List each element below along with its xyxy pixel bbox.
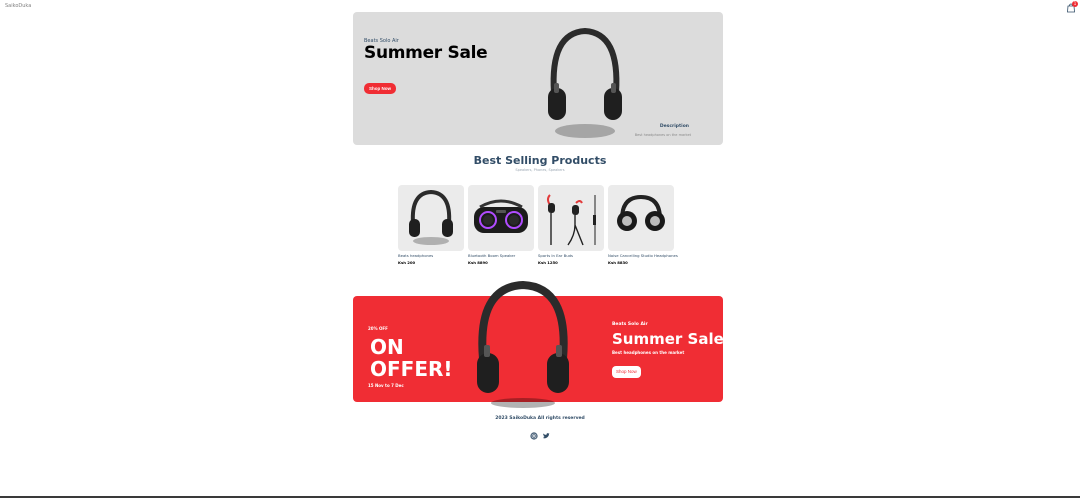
products-subtitle: Speakers, Phones, Speakers (515, 168, 565, 172)
footer-banner-description: Best headphones on the market (612, 350, 685, 355)
footer-banner-headphones-image (477, 281, 569, 408)
cart-button[interactable]: 1 (1064, 1, 1078, 13)
hero-description-title: Description (659, 124, 689, 129)
product-card[interactable]: Beats headphones Ksh 200 (398, 185, 464, 265)
offer-title-line1: ON (370, 335, 404, 359)
offer-title: ON OFFER! (370, 336, 460, 380)
hero-description: Description Best headphones on the marke… (635, 124, 691, 137)
product-price: Ksh 8890 (468, 260, 488, 265)
product-name: Bluetooth Boom Speaker (468, 253, 516, 258)
product-price: Ksh 200 (398, 260, 416, 265)
twitter-icon[interactable] (542, 425, 550, 439)
footer-banner-right: Beats Solo Air Summer Sale Best headphon… (612, 322, 724, 378)
product-name: Noise Cancelling Studio Headphones (608, 253, 678, 258)
product-name: Beats headphones (398, 253, 434, 258)
product-name: Sports In Ear Buds (538, 253, 574, 258)
products-title: Best Selling Products (473, 154, 607, 167)
footer-banner-small-text: Beats Solo Air (612, 322, 648, 327)
product-card[interactable]: Sports In Ear Buds Ksh 1250 (538, 185, 604, 265)
shop-now-button[interactable]: Shop Now (364, 83, 396, 94)
products-heading: Best Selling Products Speakers, Phones, … (0, 154, 1080, 172)
cart-count-badge: 1 (1072, 1, 1078, 7)
product-card[interactable]: Bluetooth Boom Speaker Ksh 8890 (468, 185, 534, 265)
copyright-text: 2023 SaikoDuka All rights reserved (495, 416, 585, 421)
discount-text: 20% OFF (368, 326, 388, 331)
social-icons (0, 425, 1080, 440)
instagram-icon[interactable] (530, 425, 538, 440)
product-image[interactable] (538, 185, 604, 251)
logo[interactable]: SaikoDuka (5, 3, 31, 9)
product-card[interactable]: Noise Cancelling Studio Headphones Ksh 8… (608, 185, 678, 265)
product-image[interactable] (468, 185, 534, 251)
product-image[interactable] (608, 185, 674, 251)
hero-description-text: Best headphones on the market (634, 133, 691, 137)
footer-banner-left: 20% OFF ON OFFER! 15 Nov to 7 Dec (368, 326, 453, 388)
hero-banner: Beats Solo Air Summer Sale Shop Now Desc… (353, 12, 723, 145)
footer-banner-title: Summer Sale (612, 330, 724, 348)
offer-title-line2: OFFER! (370, 357, 453, 381)
products-container: Beats headphones Ksh 200 Bluetooth Boom … (398, 185, 678, 265)
product-price: Ksh 8830 (608, 260, 628, 265)
offer-date-range: 15 Nov to 7 Dec (368, 383, 404, 388)
footer-shop-now-button[interactable]: Shop Now (612, 366, 641, 378)
hero-title: Summer Sale (364, 43, 488, 63)
product-image[interactable] (398, 185, 464, 251)
product-price: Ksh 1250 (538, 260, 558, 265)
footer: 2023 SaikoDuka All rights reserved (0, 416, 1080, 440)
hero-headphones-image (548, 27, 622, 138)
